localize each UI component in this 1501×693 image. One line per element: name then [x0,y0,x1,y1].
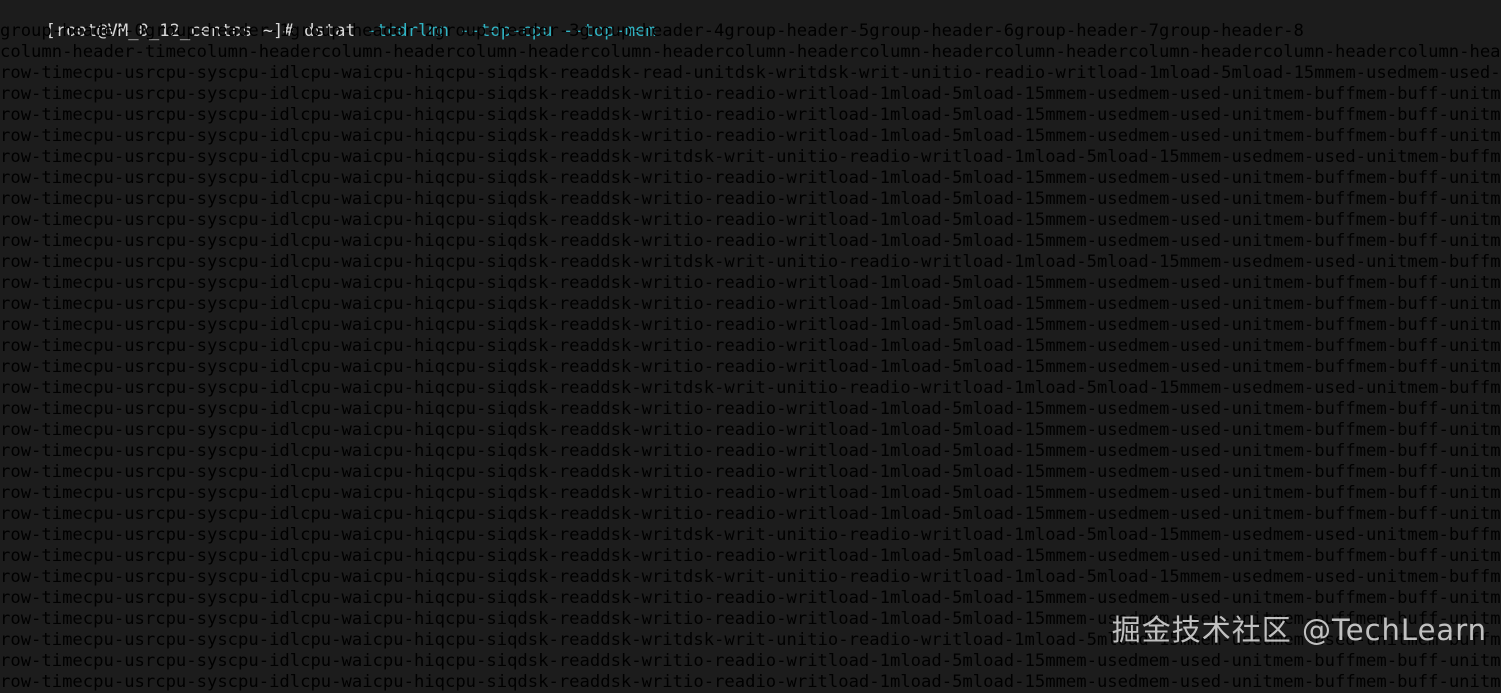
dstat-row: row-timecpu-usrcpu-syscpu-idlcpu-waicpu-… [0,462,1501,482]
dstat-row: row-timecpu-usrcpu-syscpu-idlcpu-waicpu-… [0,105,1501,125]
command-line: [root@VM_0_12_centos ~]# dstat -tcdrlmn … [0,0,1501,41]
dstat-row: row-timecpu-usrcpu-syscpu-idlcpu-waicpu-… [0,546,1501,566]
dstat-row: row-timecpu-usrcpu-syscpu-idlcpu-waicpu-… [0,84,1501,104]
dstat-row: row-timecpu-usrcpu-syscpu-idlcpu-waicpu-… [0,189,1501,209]
dstat-row: row-timecpu-usrcpu-syscpu-idlcpu-waicpu-… [0,525,1501,545]
dstat-row: row-timecpu-usrcpu-syscpu-idlcpu-waicpu-… [0,588,1501,608]
terminal-window[interactable]: [root@VM_0_12_centos ~]# dstat -tcdrlmn … [0,0,1501,692]
dstat-row: row-timecpu-usrcpu-syscpu-idlcpu-waicpu-… [0,210,1501,230]
dstat-row: row-timecpu-usrcpu-syscpu-idlcpu-waicpu-… [0,336,1501,356]
dstat-row: row-timecpu-usrcpu-syscpu-idlcpu-waicpu-… [0,651,1501,671]
dstat-row: row-timecpu-usrcpu-syscpu-idlcpu-waicpu-… [0,567,1501,587]
dstat-row: row-timecpu-usrcpu-syscpu-idlcpu-waicpu-… [0,147,1501,167]
dstat-row: row-timecpu-usrcpu-syscpu-idlcpu-waicpu-… [0,609,1501,629]
dstat-row: row-timecpu-usrcpu-syscpu-idlcpu-waicpu-… [0,252,1501,272]
dstat-row: row-timecpu-usrcpu-syscpu-idlcpu-waicpu-… [0,63,1501,83]
dstat-row: row-timecpu-usrcpu-syscpu-idlcpu-waicpu-… [0,630,1501,650]
dstat-row: row-timecpu-usrcpu-syscpu-idlcpu-waicpu-… [0,357,1501,377]
dstat-row: row-timecpu-usrcpu-syscpu-idlcpu-waicpu-… [0,672,1501,692]
dstat-row: row-timecpu-usrcpu-syscpu-idlcpu-waicpu-… [0,273,1501,293]
dstat-row: row-timecpu-usrcpu-syscpu-idlcpu-waicpu-… [0,231,1501,251]
dstat-row: row-timecpu-usrcpu-syscpu-idlcpu-waicpu-… [0,441,1501,461]
dstat-row: row-timecpu-usrcpu-syscpu-idlcpu-waicpu-… [0,378,1501,398]
dstat-row: row-timecpu-usrcpu-syscpu-idlcpu-waicpu-… [0,399,1501,419]
dstat-row: row-timecpu-usrcpu-syscpu-idlcpu-waicpu-… [0,483,1501,503]
dstat-row: row-timecpu-usrcpu-syscpu-idlcpu-waicpu-… [0,420,1501,440]
dstat-row: row-timecpu-usrcpu-syscpu-idlcpu-waicpu-… [0,504,1501,524]
dstat-row: row-timecpu-usrcpu-syscpu-idlcpu-waicpu-… [0,126,1501,146]
dstat-rows: row-timecpu-usrcpu-syscpu-idlcpu-waicpu-… [0,63,1501,693]
column-header-row: column-header-timecolumn-headercolumn-he… [0,42,1501,62]
dstat-row: row-timecpu-usrcpu-syscpu-idlcpu-waicpu-… [0,294,1501,314]
dstat-row: row-timecpu-usrcpu-syscpu-idlcpu-waicpu-… [0,168,1501,188]
dstat-row: row-timecpu-usrcpu-syscpu-idlcpu-waicpu-… [0,315,1501,335]
group-header-row: group-header-0group-header-1group-header… [0,21,1304,41]
